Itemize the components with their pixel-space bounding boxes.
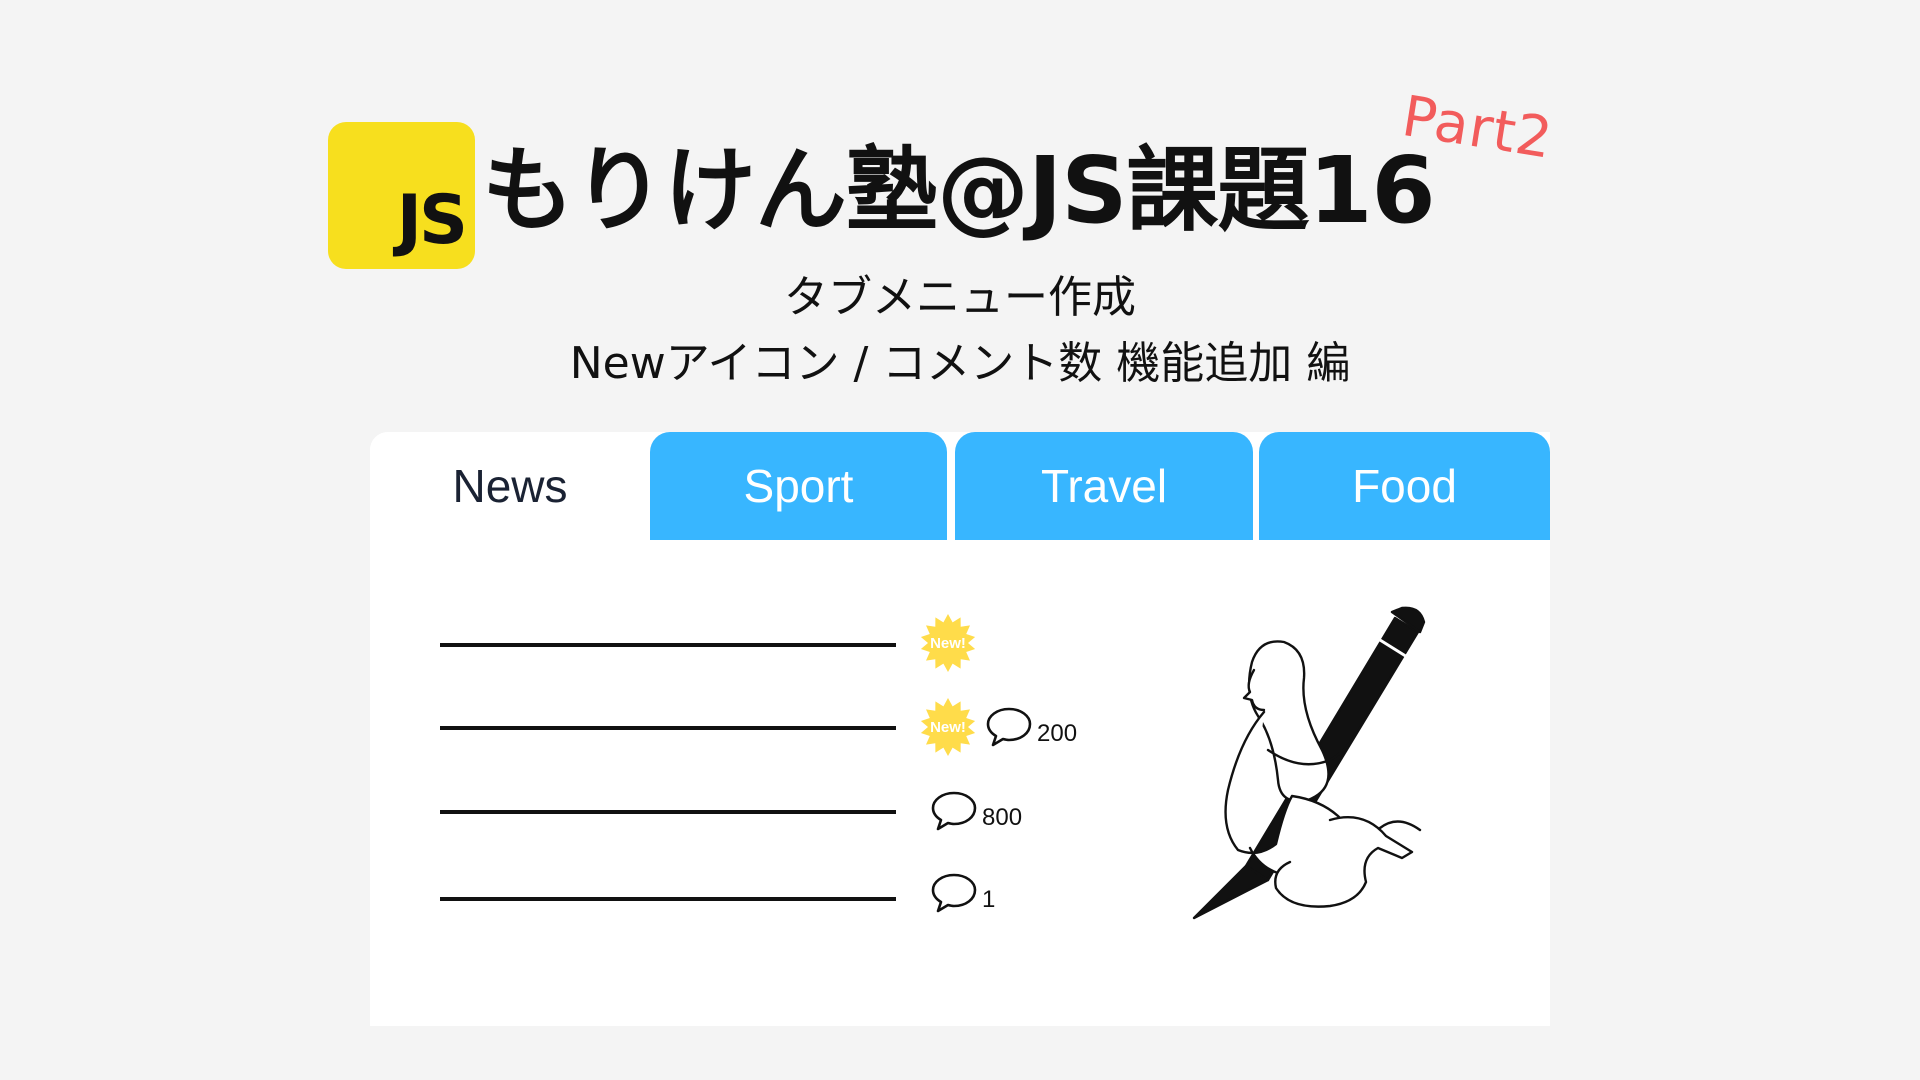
new-badge-label: New! xyxy=(930,718,966,736)
new-badge-label: New! xyxy=(930,634,966,652)
tab-travel[interactable]: Travel xyxy=(955,432,1253,540)
news-item-line-2[interactable] xyxy=(440,726,896,730)
js-logo-text: JS xyxy=(396,181,468,260)
news-item-line-3[interactable] xyxy=(440,810,896,814)
new-badge-icon: New! xyxy=(918,697,978,757)
comment-count-value: 800 xyxy=(982,804,1023,831)
woman-with-pencil-illustration xyxy=(1180,600,1480,934)
comment-count: 200 xyxy=(985,706,1077,748)
comment-count-value: 1 xyxy=(982,886,996,913)
subtitle-line-2: Newアイコン / コメント数 機能追加 編 xyxy=(569,338,1351,389)
speech-bubble-icon xyxy=(931,791,977,831)
new-badge-icon: New! xyxy=(918,613,978,673)
comment-count: 800 xyxy=(930,790,1022,832)
speech-bubble-icon xyxy=(986,707,1032,747)
speech-bubble-icon xyxy=(931,873,977,913)
tab-news[interactable]: News xyxy=(370,432,650,540)
js-logo: JS xyxy=(328,122,475,269)
tab-sport[interactable]: Sport xyxy=(650,432,947,540)
page-title: もりけん塾@JS課題16 xyxy=(482,137,1436,244)
news-item-line-1[interactable] xyxy=(440,643,896,647)
comment-count: 1 xyxy=(930,872,995,914)
comment-count-value: 200 xyxy=(1037,720,1078,747)
subtitle-line-1: タブメニュー作成 xyxy=(784,272,1136,323)
tab-food[interactable]: Food xyxy=(1259,432,1550,540)
news-item-line-4[interactable] xyxy=(440,897,896,901)
